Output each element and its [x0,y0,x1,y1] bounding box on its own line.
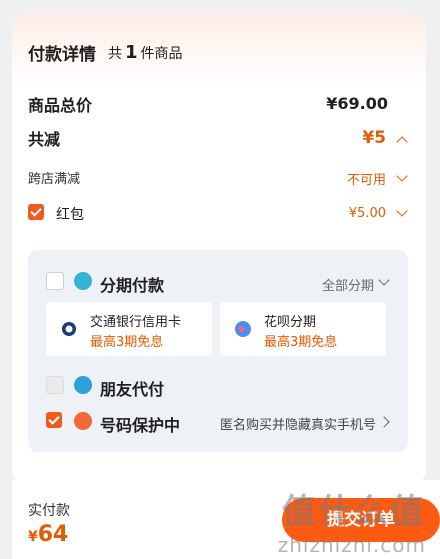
hongbao-value[interactable]: ¥5.00 [349,206,386,221]
chevron-down-icon[interactable] [396,170,408,182]
huabei-logo-icon [235,321,251,337]
option-promo: 最高3期免息 [264,335,338,350]
watermark: 值什么值 zhizhizhi.com [278,484,426,557]
page-title: 付款详情 [28,45,96,65]
payment-details-card: 付款详情 共 1 件商品 商品总价 ¥69.00 共减 ¥5 跨店满减 不可用 红包… [12,14,426,484]
option-name: 花呗分期 [264,315,317,330]
friend-pay-checkbox [46,376,64,394]
chevron-down-icon[interactable] [378,274,390,286]
currency-symbol: ¥ [28,529,38,545]
installment-label: 分期付款 [100,276,165,295]
installment-checkbox[interactable] [46,272,64,290]
watermark-top: 值什么值 [282,492,426,532]
discount-label: 共减 [28,130,61,149]
watermark-bottom: zhizhizhi.com [277,533,426,557]
chevron-right-icon[interactable] [378,416,390,428]
actual-pay-label: 实付款 [28,503,70,519]
option-promo: 最高3期免息 [90,335,164,350]
discount-value[interactable]: ¥5 [362,128,386,148]
bank-logo-icon [62,322,76,336]
item-count-number: 1 [125,42,138,63]
item-count-prefix: 共 [108,46,122,62]
shield-icon [74,412,92,430]
actual-pay-value: ¥64 [28,522,68,547]
item-count: 共 1 件商品 [108,42,183,63]
store-discount-label: 跨店满减 [28,172,81,187]
total-price-value: ¥69.00 [326,94,388,113]
installment-option-select[interactable]: 全部分期 [322,275,374,294]
total-price-label: 商品总价 [28,96,93,115]
friend-pay-icon [74,376,92,394]
payment-options-panel: 分期付款 全部分期 交通银行信用卡 最高3期免息 花呗分期 最高3期免息 朋友代… [28,250,408,452]
installment-option-bank[interactable]: 交通银行信用卡 最高3期免息 [46,302,212,356]
friend-pay-label: 朋友代付 [100,380,165,399]
chevron-up-icon[interactable] [396,136,408,148]
store-discount-value[interactable]: 不可用 [347,169,386,188]
number-protect-checkbox[interactable] [46,412,62,428]
item-count-suffix: 件商品 [140,46,183,62]
chevron-down-icon[interactable] [396,205,408,217]
installment-icon [74,272,92,290]
actual-pay-amount: 64 [37,522,69,547]
installment-option-huabei[interactable]: 花呗分期 最高3期免息 [220,302,386,356]
option-name: 交通银行信用卡 [90,315,182,330]
hongbao-checkbox[interactable] [28,204,44,220]
hongbao-label: 红包 [56,207,84,223]
number-protect-hint[interactable]: 匿名购买并隐藏真实手机号 [220,414,376,433]
number-protect-label: 号码保护中 [100,416,181,435]
